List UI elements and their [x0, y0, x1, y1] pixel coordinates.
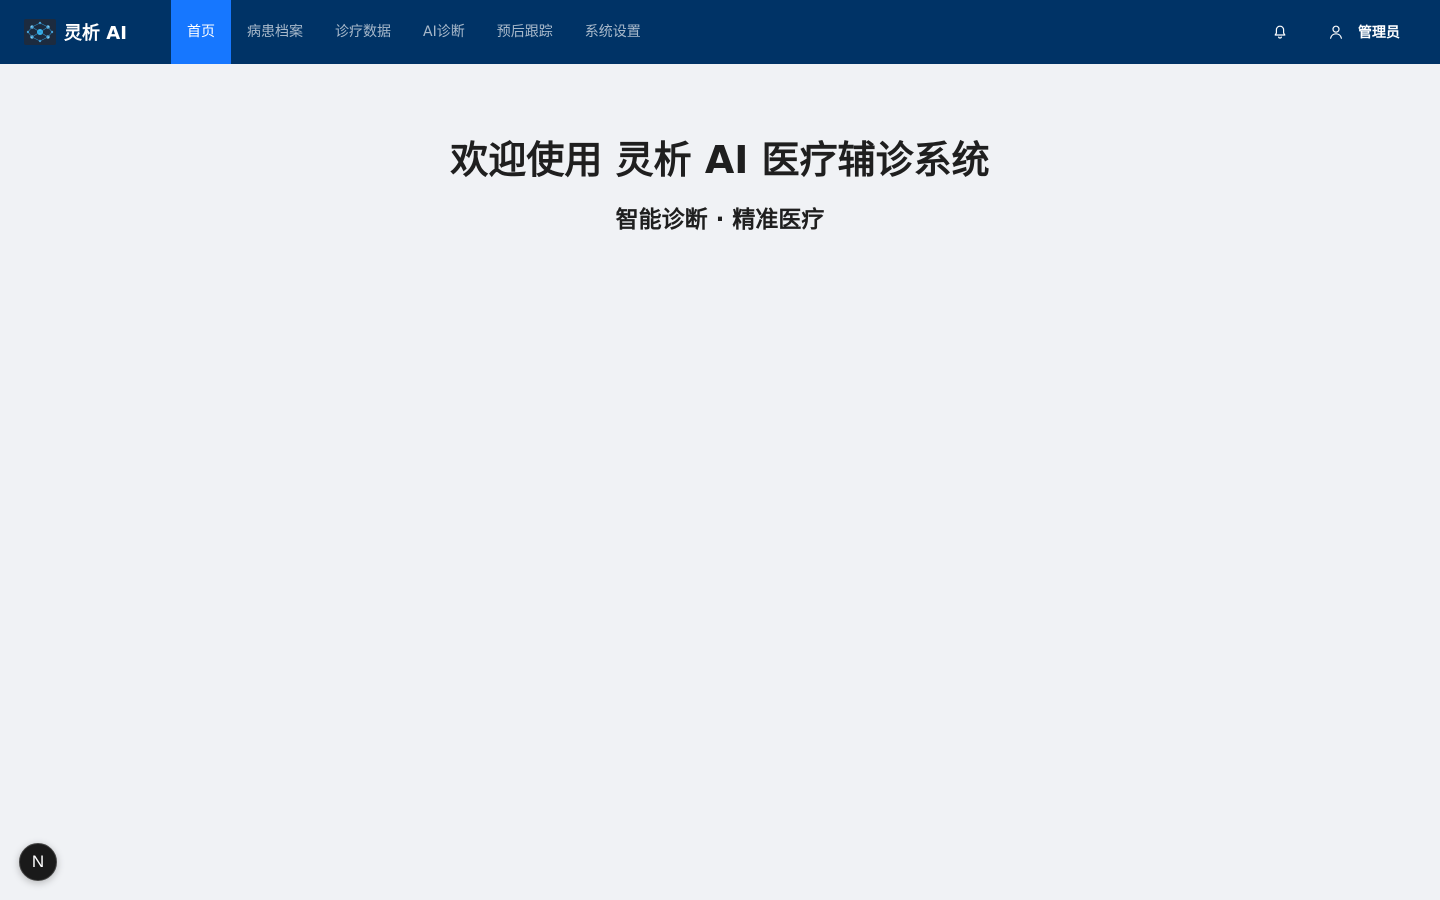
- brand-name: 灵析 AI: [64, 23, 127, 44]
- network-logo-icon: [24, 19, 56, 45]
- top-navbar: 灵析 AI 首页 病患档案 诊疗数据 AI诊断 预后跟踪 系统设置 管理员: [0, 0, 1440, 64]
- dev-tools-letter: N: [31, 852, 45, 871]
- nav-item-system-settings[interactable]: 系统设置: [569, 0, 657, 64]
- page-subtitle: 智能诊断 · 精准医疗: [615, 207, 825, 233]
- main-content: 欢迎使用 灵析 AI 医疗辅诊系统 智能诊断 · 精准医疗: [0, 64, 1440, 900]
- main-nav: 首页 病患档案 诊疗数据 AI诊断 预后跟踪 系统设置: [171, 0, 657, 64]
- nav-item-prognosis-tracking[interactable]: 预后跟踪: [481, 0, 569, 64]
- bell-icon[interactable]: [1272, 24, 1288, 40]
- dev-tools-button[interactable]: N: [19, 843, 57, 881]
- nav-item-clinical-data[interactable]: 诊疗数据: [319, 0, 407, 64]
- header-tools: 管理员: [1272, 0, 1440, 64]
- page-title: 欢迎使用 灵析 AI 医疗辅诊系统: [450, 138, 990, 182]
- brand[interactable]: 灵析 AI: [0, 0, 171, 64]
- user-menu[interactable]: 管理员: [1328, 22, 1400, 42]
- user-icon: [1330, 25, 1342, 39]
- nav-item-ai-diagnosis[interactable]: AI诊断: [407, 0, 481, 64]
- user-name: 管理员: [1358, 25, 1400, 41]
- nav-item-patient-records[interactable]: 病患档案: [231, 0, 319, 64]
- nav-item-home[interactable]: 首页: [171, 0, 231, 64]
